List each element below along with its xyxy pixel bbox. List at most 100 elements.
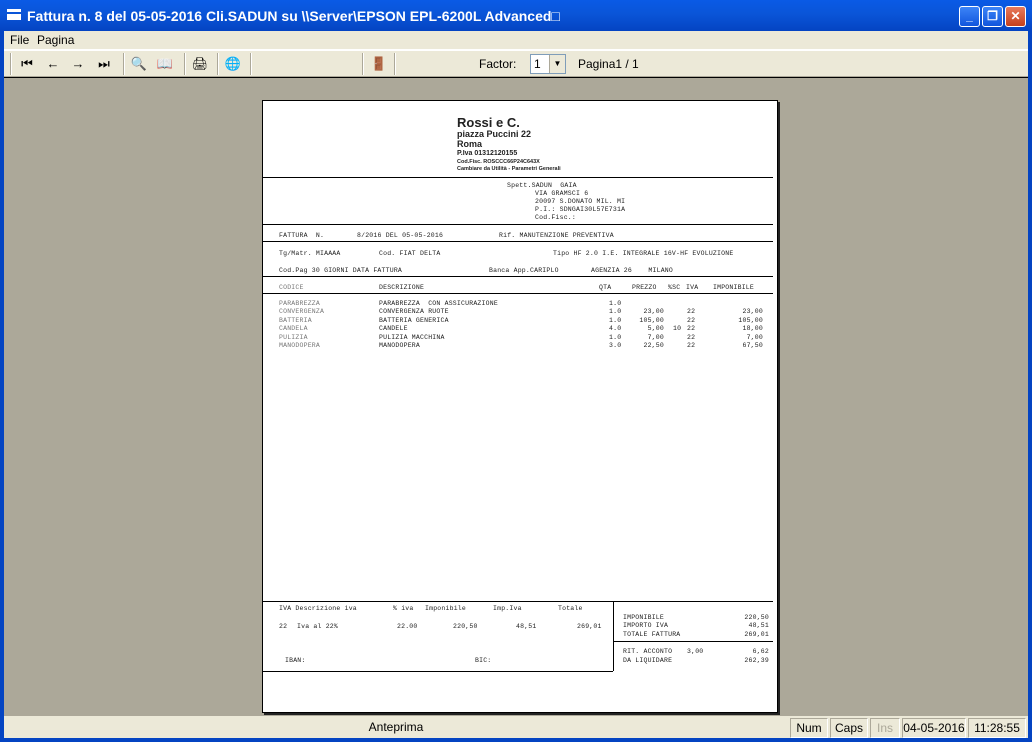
total-iva-label: IMPORTO IVA [623,622,669,629]
row-imponibile: 18,00 [742,325,763,332]
prev-page-icon[interactable]: ← [43,55,63,73]
company-address: piazza Puccini 22 [457,129,532,139]
col-prezzo: PREZZO [632,284,657,291]
row-iva: 22 [687,342,696,349]
window-icon[interactable] [7,9,21,20]
menu-pagina[interactable]: Pagina [37,33,74,47]
row-iva: 22 [687,308,696,315]
customer-name: Spett.SADUN GAIA [507,182,577,189]
invoice-number: 8/2016 DEL 05-05-2016 [357,232,444,239]
ritenuta-perc: 3,00 [687,648,704,655]
row-prezzo: 5,00 [647,325,664,332]
toolbar-grip [10,53,12,75]
row-qta: 1.0 [609,300,622,307]
col-imponibile: IMPONIBILE [713,284,755,291]
iva-header: IVA Descrizione iva [279,605,357,612]
last-page-icon[interactable]: ⏭ [94,55,114,73]
row-prezzo: 22,50 [643,342,664,349]
chevron-down-icon[interactable]: ▼ [549,55,565,73]
col-sconto: %SC [668,284,681,291]
toolbar-separator [394,53,396,75]
next-page-icon[interactable]: → [68,55,88,73]
row-imponibile: 67,50 [742,342,763,349]
book-view-icon[interactable]: 📖 [155,55,175,73]
liquidare-amount: 262,39 [744,657,769,664]
col-iva: IVA [686,284,699,291]
invoice-page: Rossi e C. piazza Puccini 22 Roma P.Iva … [262,100,778,713]
liquidare-label: DA LIQUIDARE [623,657,673,664]
invoice-reference: Rif. MANUTENZIONE PREVENTIVA [499,232,614,239]
menu-file[interactable]: File [10,33,29,47]
row-iva: 22 [687,325,696,332]
row-prezzo: 7,00 [647,334,664,341]
total-imponibile-label: IMPONIBILE [623,614,665,621]
first-page-icon[interactable]: ⏮ [17,55,37,73]
status-ins: Ins [870,718,900,738]
payment-terms: Cod.Pag 30 GIORNI DATA FATTURA [279,267,403,274]
total-iva: 48,51 [748,622,769,629]
export-icon[interactable]: 🌐 [223,55,243,73]
zoom-icon[interactable]: 🔍 [129,55,149,73]
iva-perc-header: % iva [393,605,414,612]
iva-perc: 22.00 [397,623,418,630]
col-descrizione: DESCRIZIONE [379,284,425,291]
row-codice: BATTERIA [279,317,312,324]
status-mode: Anteprima [368,720,424,734]
iva-importo: 48,51 [516,623,537,630]
divider [263,671,613,672]
row-descrizione: BATTERIA GENERICA [379,317,449,324]
vehicle-type: Tipo HF 2.0 I.E. INTEGRALE 16V-HF EVOLUZ… [553,250,734,257]
bank: Banca App.CARIPLO [489,267,559,274]
toolbar-separator [250,53,252,75]
row-qta: 3.0 [609,342,622,349]
iva-imponibile: 220,50 [453,623,478,630]
close-button[interactable]: ✕ [1005,6,1026,27]
row-descrizione: CONVERGENZA RUOTE [379,308,449,315]
status-num: Num [790,718,828,738]
iban-label: IBAN: [285,657,306,664]
title-bar[interactable]: Fattura n. 8 del 05-05-2016 Cli.SADUN su… [0,0,1032,31]
total-fattura: 269,01 [744,631,769,638]
divider [263,224,773,225]
ritenuta-label: RIT. ACCONTO [623,648,673,655]
status-time: 11:28:55 [968,718,1026,738]
customer-codfisc: Cod.Fisc.: [535,214,577,221]
print-preview-area[interactable]: Rossi e C. piazza Puccini 22 Roma P.Iva … [4,78,1028,715]
window-title: Fattura n. 8 del 05-05-2016 Cli.SADUN su… [27,8,560,24]
status-bar: Anteprima Num Caps Ins 04-05-2016 11:28:… [4,715,1028,738]
factor-label: Factor: [479,57,517,71]
toolbar-separator [123,53,125,75]
exit-door-icon[interactable]: 🚪 [369,55,389,73]
divider [263,241,773,242]
toolbar: ⏮ ← → ⏭ 🔍 📖 🖨 🌐 🚪 Factor: 1 ▼ Pagina1 / … [4,50,1028,77]
col-qta: QTA [599,284,612,291]
row-qta: 1.0 [609,308,622,315]
customer-city: 20097 S.DONATO MIL. MI [535,198,626,205]
window-border-bottom [0,738,1032,742]
toolbar-separator [362,53,364,75]
divider [614,641,773,642]
vehicle-code: Cod. FIAT DELTA [379,250,441,257]
divider-vertical [613,601,614,671]
factor-value: 1 [534,57,541,71]
row-imponibile: 23,00 [742,308,763,315]
row-imponibile: 7,00 [746,334,763,341]
total-fattura-label: TOTALE FATTURA [623,631,681,638]
status-caps: Caps [830,718,868,738]
ritenuta-amount: 6,62 [752,648,769,655]
menu-bar: File Pagina [4,31,1028,50]
row-descrizione: CANDELE [379,325,408,332]
printer-icon[interactable]: 🖨 [190,55,210,73]
minimize-button[interactable]: _ [959,6,980,27]
customer-street: VIA GRAMSCI 6 [535,190,589,197]
company-piva: P.Iva 01312120155 [457,150,518,157]
divider [263,601,773,602]
maximize-button[interactable]: ❐ [982,6,1003,27]
invoice-number-label: FATTURA N. [279,232,325,239]
row-codice: MANODOPERA [279,342,321,349]
factor-select[interactable]: 1 ▼ [530,54,566,74]
col-codice: CODICE [279,284,304,291]
company-city: Roma [457,139,483,149]
iva-totale: 269,01 [577,623,602,630]
row-sconto: 10 [673,325,682,332]
